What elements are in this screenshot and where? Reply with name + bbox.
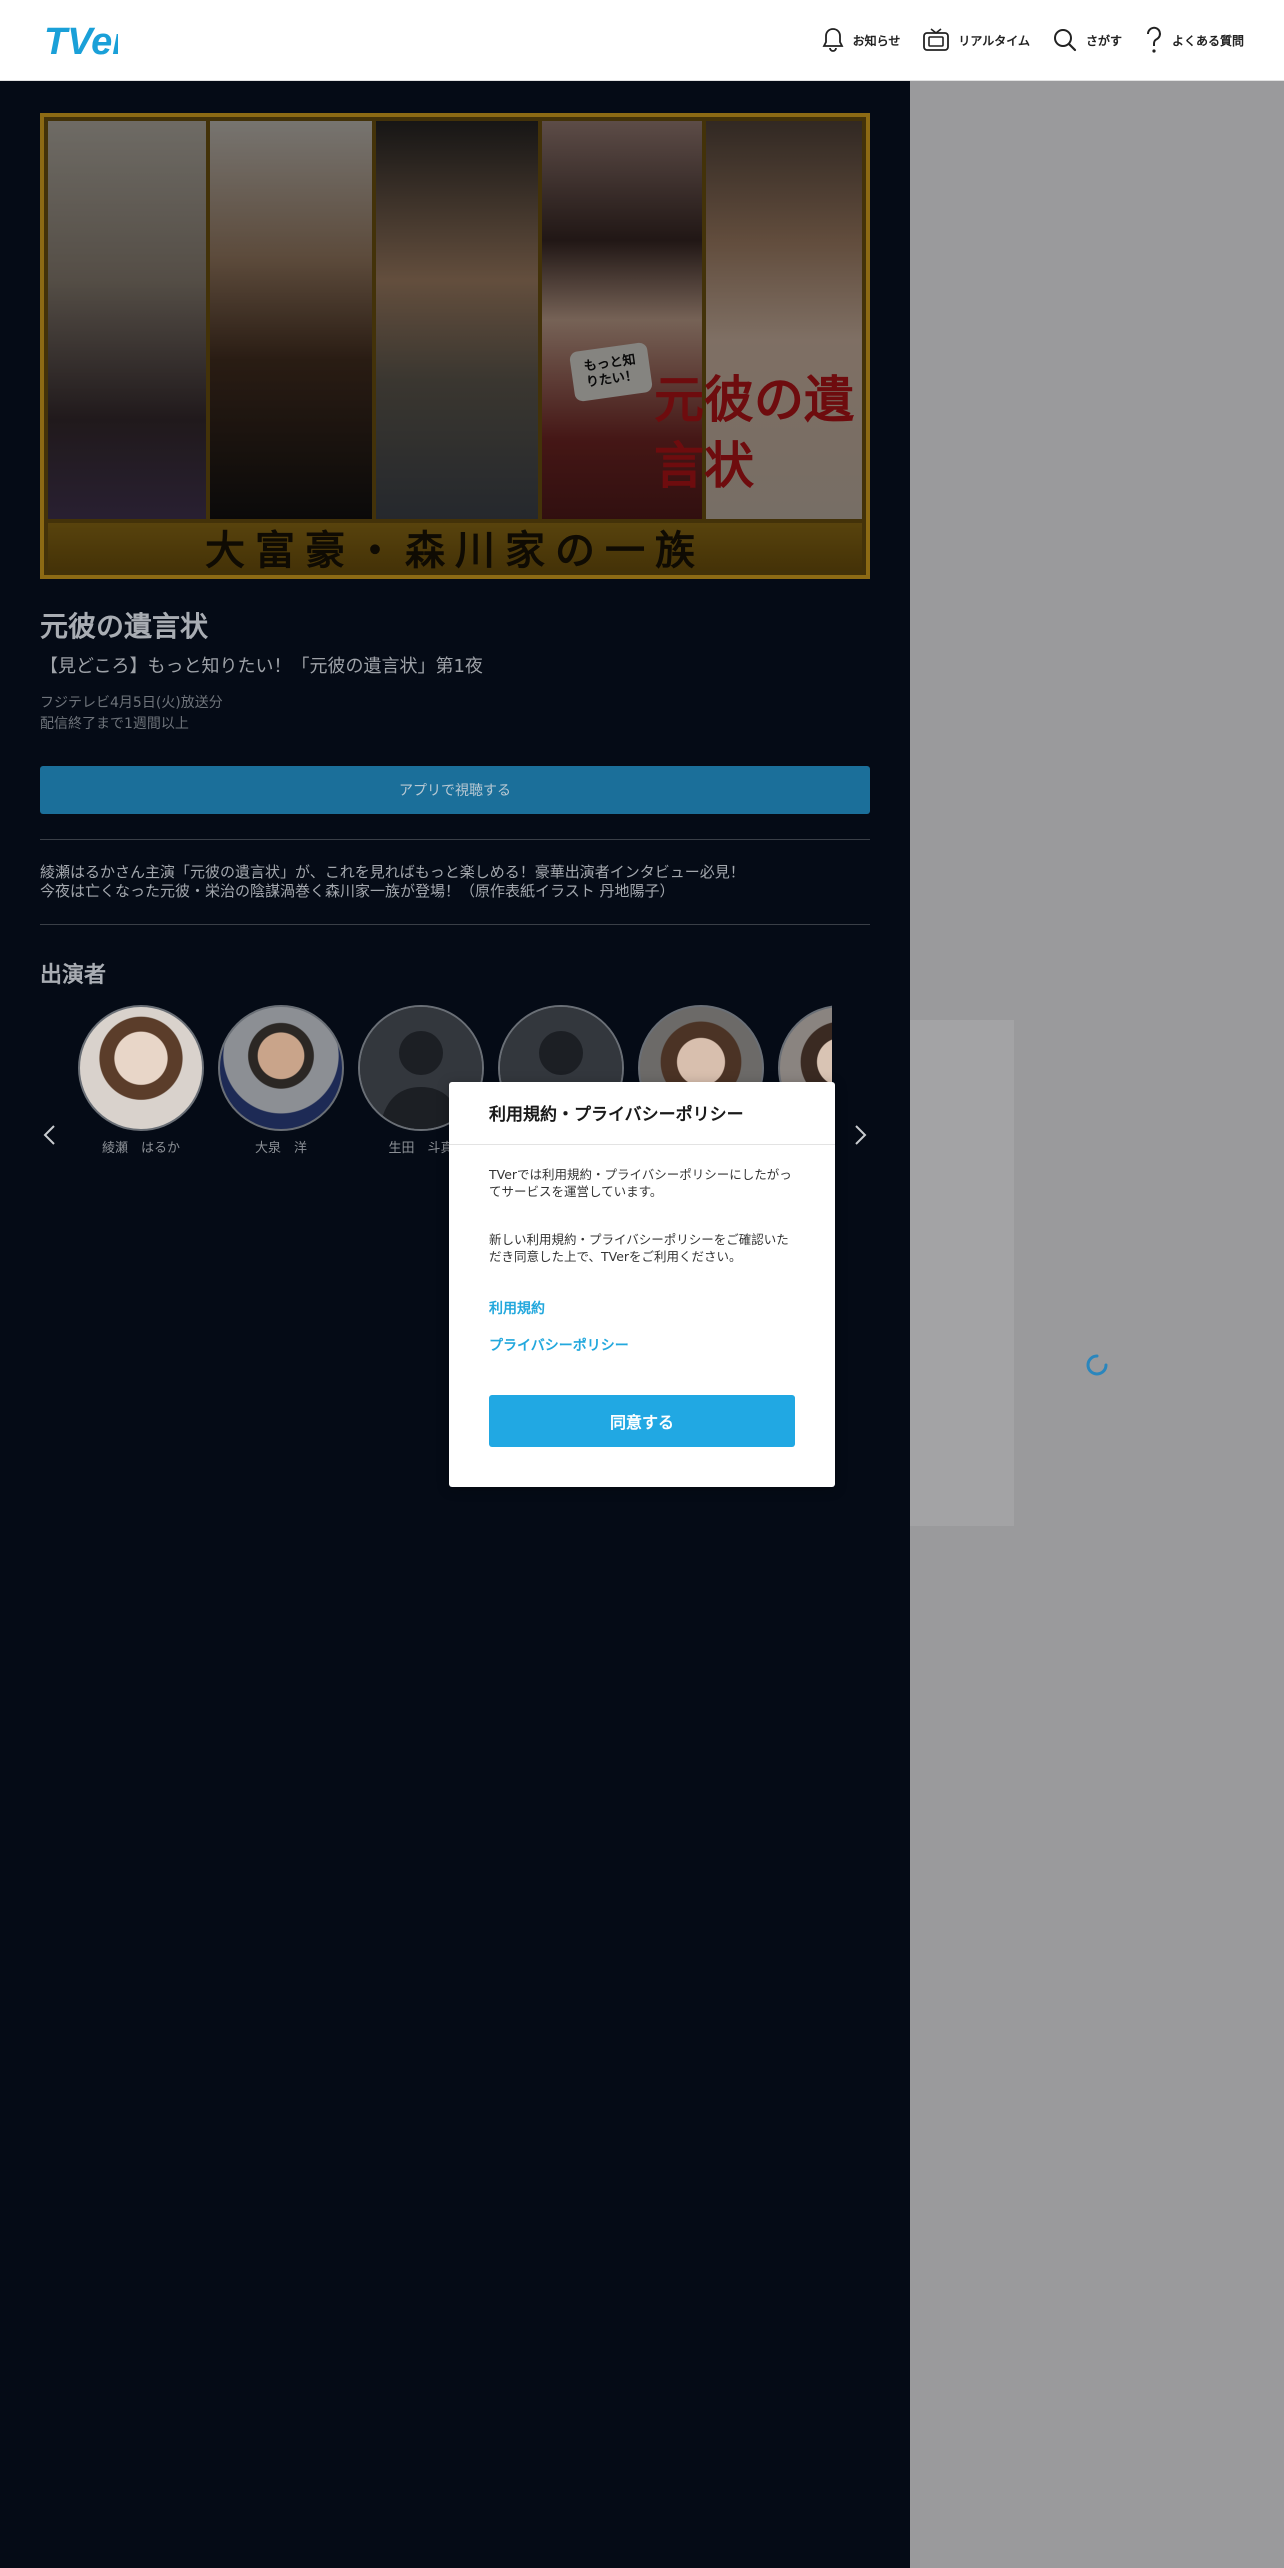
cast-photo-3 [376,121,538,519]
nav-faq[interactable]: よくある質問 [1144,26,1244,54]
chevron-left-icon [43,1125,55,1145]
privacy-policy-link[interactable]: プライバシーポリシー [489,1335,629,1355]
episode-description: 綾瀬はるかさん主演「元彼の遺言状」が、これを見ればもっと楽しめる！豪華出演者イン… [40,863,870,901]
episode-title: 元彼の遺言状 [40,610,209,643]
modal-divider [449,1144,835,1145]
avatar [218,1005,344,1131]
modal-paragraph: TVerでは利用規約・プライバシーポリシーにしたがってサービスを運営しています。 [489,1167,792,1199]
bell-icon [822,28,844,52]
hero-overlay-title: 元彼の遺言状 [654,370,854,495]
question-icon [1146,26,1161,53]
description-line: 綾瀬はるかさん主演「元彼の遺言状」が、これを見ればもっと楽しめる！豪華出演者イン… [40,863,745,881]
modal-title: 利用規約・プライバシーポリシー [489,1105,744,1125]
avatar [78,1005,204,1131]
logo-text: TVer [44,21,118,63]
header: TVer お知らせ リアルタイム さがす [0,0,1284,81]
agree-button[interactable]: 同意する [489,1395,795,1447]
cast-heading: 出演者 [40,963,107,988]
cast-name: 綾瀬 はるか [101,1141,180,1156]
modal-paragraph: 新しい利用規約・プライバシーポリシーをご確認いただき同意した上で、TVerをご利… [489,1232,789,1264]
cast-photo-2 [210,121,372,519]
cast-name: 大泉 洋 [254,1141,307,1156]
nav-label: よくある質問 [1171,33,1244,48]
header-nav: お知らせ リアルタイム さがす よくある質問 [799,0,1244,80]
divider [40,924,870,925]
terms-link[interactable]: 利用規約 [489,1298,545,1318]
nav-notifications[interactable]: お知らせ [821,27,901,53]
hero-image: もっと知りたい！ 元彼の遺言状 大富豪・森川家の一族 [40,113,870,579]
nav-label: お知らせ [852,33,901,48]
description-line: 今夜は亡くなった元彼・栄治の陰謀渦巻く森川家一族が登場！（原作表紙イラスト 丹地… [40,882,675,900]
nav-label: さがす [1085,33,1122,48]
chevron-right-icon [855,1125,867,1145]
loading-spinner-icon [1086,1354,1108,1376]
side-panel [910,1020,1014,1526]
nav-label: リアルタイム [958,33,1030,48]
availability-info: 配信終了まで1週間以上 [40,716,189,732]
broadcast-info: フジテレビ4月5日(火)放送分 [40,695,223,711]
terms-consent-modal: 利用規約・プライバシーポリシー TVerでは利用規約・プライバシーポリシーにした… [449,1082,835,1487]
search-icon [1053,29,1077,52]
cast-photo-1 [48,121,206,519]
nav-realtime[interactable]: リアルタイム [922,27,1030,53]
cast-member[interactable]: 大泉 洋 [218,1005,344,1156]
hero-banner: 大富豪・森川家の一族 [48,523,862,574]
divider [40,839,870,840]
watch-in-app-button[interactable]: アプリで視聴する [40,766,870,814]
cast-member[interactable]: 綾瀬 はるか [78,1005,204,1156]
tver-logo[interactable]: TVer [44,18,129,64]
hero-banner-text: 大富豪・森川家の一族 [205,527,705,574]
nav-search[interactable]: さがす [1052,27,1122,53]
tv-icon [923,28,950,51]
cast-next-button[interactable] [850,1123,870,1147]
episode-subtitle: 【見どころ】もっと知りたい！「元彼の遺言状」第1夜 [40,656,483,677]
cast-prev-button[interactable] [40,1123,60,1147]
